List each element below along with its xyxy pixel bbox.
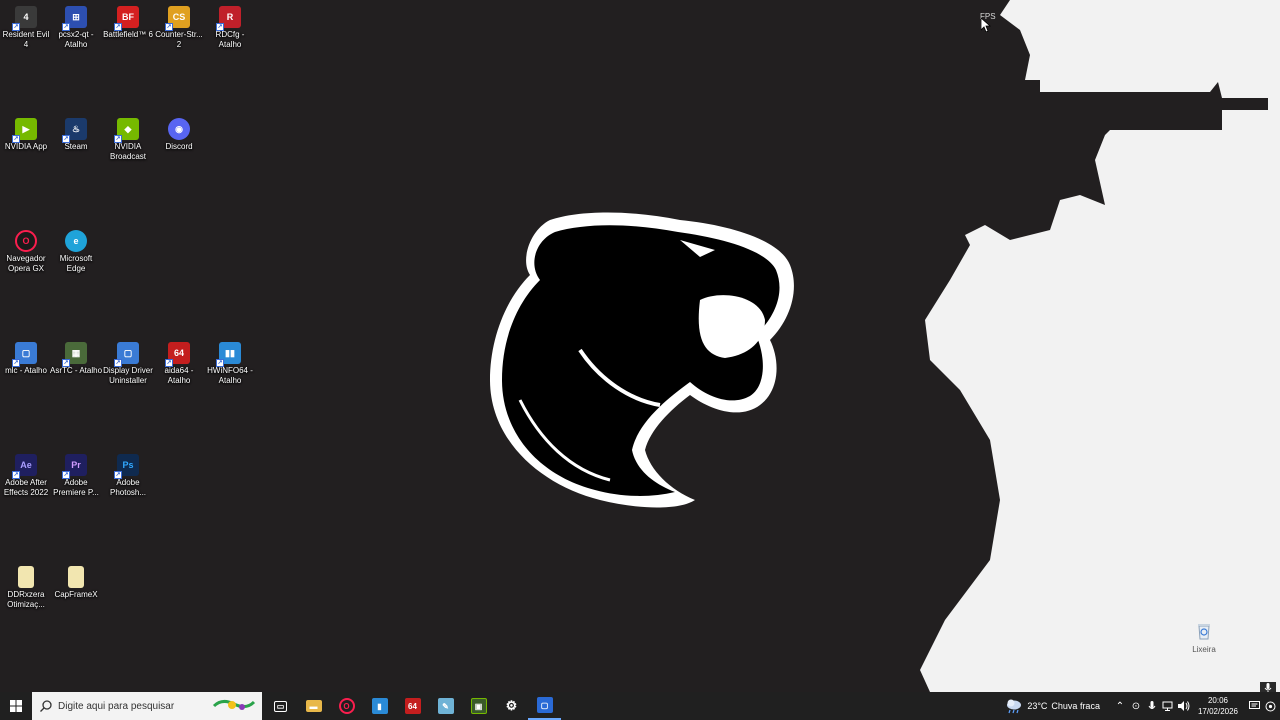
- aida64-icon: 64: [404, 698, 421, 714]
- mlc-icon: ▢ ↗: [12, 342, 37, 367]
- desktop-icon-steam[interactable]: ♨ ↗ Steam: [50, 118, 102, 152]
- pinned-apps: ▭ ▬ O ▮ 64 ✎ ▣ ⚙ ▢: [264, 692, 561, 720]
- windows-logo-icon: [10, 700, 22, 712]
- taskbar: Digite aqui para pesquisar ▭ ▬ O ▮ 64 ✎ …: [0, 692, 1280, 720]
- opera-gx-icon: O: [338, 698, 355, 714]
- desktop-icon-capframex[interactable]: CapFrameX: [50, 566, 102, 600]
- asrtc-icon: ▦ ↗: [62, 342, 87, 367]
- pcsx2-icon: ⊞ ↗: [62, 6, 87, 31]
- after-effects-icon: Ae ↗: [12, 454, 37, 479]
- settings-button[interactable]: ⚙: [495, 692, 528, 720]
- recycle-bin-icon: [1198, 624, 1210, 640]
- desktop-icon-nvidia-broadcast[interactable]: ◆ ↗ NVIDIA Broadcast: [102, 118, 154, 162]
- desktop-icon-discord[interactable]: ◉ Discord: [153, 118, 205, 152]
- opera-gx-icon: O: [15, 230, 37, 252]
- notification-icon: [1248, 701, 1260, 709]
- show-hidden-icons-button[interactable]: ⌃: [1112, 692, 1128, 720]
- desktop-icon-rdcfg[interactable]: R ↗ RDCfg - Atalho: [204, 6, 256, 50]
- search-input[interactable]: Digite aqui para pesquisar: [32, 692, 262, 720]
- opera-gx-button[interactable]: O: [330, 692, 363, 720]
- desktop-icon-hwinfo[interactable]: ▮▮ ↗ HWiNFO64 - Atalho: [204, 342, 256, 386]
- nvidia-icon: ▶ ↗: [12, 118, 37, 143]
- desktop-icon-ddrxzera[interactable]: DDRxzera Otimizaç...: [0, 566, 52, 610]
- desktop-icon-nvidia-app[interactable]: ▶ ↗ NVIDIA App: [0, 118, 52, 152]
- weather-rain-cloud-icon: [1007, 699, 1022, 714]
- task-view-icon: ▭: [274, 700, 287, 712]
- hwinfo-button[interactable]: ▮: [363, 692, 396, 720]
- volume-button[interactable]: [1176, 692, 1192, 720]
- desktop-icon-premiere[interactable]: Pr ↗ Adobe Premiere P...: [50, 454, 102, 498]
- network-button[interactable]: [1160, 692, 1176, 720]
- file-icon: [18, 566, 34, 588]
- search-placeholder: Digite aqui para pesquisar: [58, 700, 175, 712]
- aida64-button[interactable]: 64: [396, 692, 429, 720]
- counter-strike-icon: CS ↗: [165, 6, 190, 31]
- hwinfo-icon: ▮: [371, 698, 388, 714]
- hwinfo-icon: ▮▮ ↗: [216, 342, 241, 367]
- desktop-icon-ddu[interactable]: ▢ ↗ Display Driver Uninstaller: [102, 342, 154, 386]
- chevron-up-icon: ⌃: [1115, 700, 1125, 712]
- clock-date: 17/02/2026: [1197, 707, 1238, 716]
- file-explorer-button[interactable]: ▬: [297, 692, 330, 720]
- premiere-icon: Pr ↗: [62, 454, 87, 479]
- ddu-icon: ▢: [536, 697, 553, 713]
- search-icon: [40, 700, 52, 712]
- aida64-icon: 64 ↗: [165, 342, 190, 367]
- desktop-icon-resident-evil[interactable]: 4 ↗ Resident Evil 4: [0, 6, 52, 50]
- ddu-button[interactable]: ▢: [528, 692, 561, 720]
- edge-icon: e: [65, 230, 87, 252]
- microphone-icon: [1148, 700, 1156, 709]
- nvidia-button[interactable]: ▣: [462, 692, 495, 720]
- weather-condition: Chuva fraca: [1051, 701, 1100, 711]
- microphone-button[interactable]: [1144, 692, 1160, 720]
- tray-app-button[interactable]: ⊙: [1128, 692, 1144, 720]
- nvidia-broadcast-icon: ◆ ↗: [114, 118, 139, 143]
- resident-evil-icon: 4 ↗: [12, 6, 37, 31]
- ddu-icon: ▢ ↗: [114, 342, 139, 367]
- folder-icon: ▬: [305, 700, 322, 712]
- mouse-cursor-icon: [981, 18, 991, 32]
- desktop-icon-photoshop[interactable]: Ps ↗ Adobe Photosh...: [102, 454, 154, 498]
- desktop-icon-counter-strike[interactable]: CS ↗ Counter-Str... 2: [153, 6, 205, 50]
- discord-icon: ◉: [168, 118, 190, 140]
- weather-temp: 23°C: [1027, 701, 1048, 711]
- battlefield-icon: BF ↗: [114, 6, 139, 31]
- task-view-button[interactable]: ▭: [264, 692, 297, 720]
- notifications-button[interactable]: [1246, 692, 1262, 720]
- desktop-icon-aida64[interactable]: 64 ↗ aida64 - Atalho: [153, 342, 205, 386]
- desktop-icon-after-effects[interactable]: Ae ↗ Adobe After Effects 2022: [0, 454, 52, 498]
- clock-time: 20:06: [1207, 696, 1228, 705]
- notepad-icon: ✎: [437, 698, 454, 714]
- start-button[interactable]: [0, 692, 32, 720]
- notepad-button[interactable]: ✎: [429, 692, 462, 720]
- desktop-icon-mlc[interactable]: ▢ ↗ mlc - Atalho: [0, 342, 52, 376]
- volume-icon: [1177, 701, 1190, 711]
- focus-assist-button[interactable]: [1262, 692, 1278, 720]
- photoshop-icon: Ps ↗: [114, 454, 139, 479]
- fps-overlay: FPS: [980, 12, 1280, 26]
- weather-widget[interactable]: 23°C Chuva fraca: [1005, 698, 1100, 714]
- clock[interactable]: 20:06 17/02/2026: [1198, 695, 1238, 717]
- focus-assist-icon: [1265, 701, 1275, 711]
- search-highlight-doodle-icon: [212, 699, 256, 710]
- steam-icon: ♨ ↗: [62, 118, 87, 143]
- tray-app-icon: ⊙: [1131, 700, 1141, 712]
- desktop-icon-recycle-bin[interactable]: Lixeira: [1184, 622, 1224, 654]
- desktop-icon-opera-gx[interactable]: O Navegador Opera GX: [0, 230, 52, 274]
- rdcfg-icon: R ↗: [216, 6, 241, 31]
- desktop-icon-asrtc[interactable]: ▦ ↗ AsrTC - Atalho: [50, 342, 102, 376]
- desktop-icon-battlefield[interactable]: BF ↗ Battlefield™ 6: [102, 6, 154, 40]
- gear-icon: ⚙: [505, 698, 518, 713]
- network-icon: [1162, 701, 1173, 711]
- file-icon: [68, 566, 84, 588]
- nvidia-icon: ▣: [470, 698, 487, 714]
- desktop-icon-pcsx2[interactable]: ⊞ ↗ pcsx2-qt - Atalho: [50, 6, 102, 50]
- system-tray: 23°C Chuva fraca ⌃ ⊙ 20:06 17/02/2026: [1005, 692, 1280, 720]
- desktop-icon-edge[interactable]: e Microsoft Edge: [50, 230, 102, 274]
